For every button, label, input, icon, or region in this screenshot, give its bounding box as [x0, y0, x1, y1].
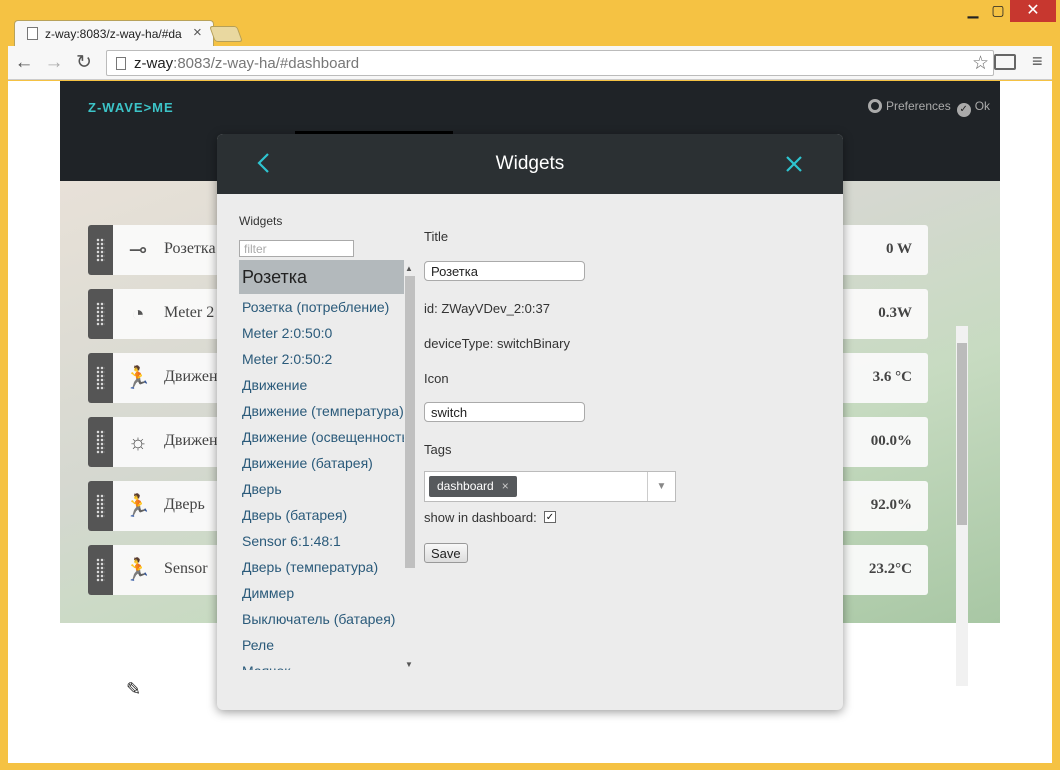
widget-list-item[interactable]: Дверь (температура)	[239, 554, 404, 580]
preferences-link[interactable]: Preferences ✓ Ok	[868, 99, 990, 117]
widget-list-item[interactable]: Meter 2:0:50:0	[239, 320, 404, 346]
menu-icon[interactable]: ≡	[1032, 51, 1043, 72]
widget-list-item[interactable]: Движение (батарея)	[239, 450, 404, 476]
drag-handle[interactable]	[88, 289, 113, 339]
drag-handle[interactable]	[88, 481, 113, 531]
icon-input[interactable]	[424, 402, 585, 422]
show-in-dashboard-checkbox[interactable]: ✓	[544, 511, 556, 523]
window-close-button[interactable]: ✕	[1010, 0, 1056, 22]
drag-handle[interactable]	[88, 353, 113, 403]
device-id-text: id: ZWayVDev_2:0:37	[424, 301, 550, 316]
close-icon[interactable]	[782, 151, 806, 177]
widget-name: Движен	[164, 432, 218, 449]
widget-list-item[interactable]: Розетка	[239, 260, 404, 294]
filter-input[interactable]	[239, 240, 354, 257]
motion-icon: 🏃	[124, 493, 152, 518]
gear-icon	[868, 99, 882, 113]
maximize-button[interactable]: ▢	[983, 2, 1013, 19]
modal-header: Widgets	[217, 134, 843, 194]
widget-name: Sensor	[164, 560, 208, 577]
device-type-text: deviceType: switchBinary	[424, 336, 570, 351]
widget-value: 23.2°C	[868, 561, 912, 577]
browser-window: z-way:8083/z-way-ha/#da × ▁ ▢ ✕ ← → ↻ z-…	[0, 0, 1060, 770]
forward-arrow-icon[interactable]: →	[42, 51, 66, 75]
ok-icon: ✓	[956, 103, 971, 117]
bookmark-star-icon[interactable]: ☆	[972, 52, 989, 75]
widget-list-item[interactable]: Выключатель (батарея)	[239, 606, 404, 632]
widget-list-item[interactable]: Meter 2:0:50:2	[239, 346, 404, 372]
tag-chip: dashboard ×	[429, 476, 517, 497]
motion-icon: 🏃	[124, 557, 152, 582]
pencil-icon[interactable]: ✎	[126, 679, 141, 700]
scroll-down-icon[interactable]: ▼	[405, 660, 413, 669]
widget-list-item[interactable]: Движение	[239, 372, 404, 398]
browser-toolbar: ← → ↻ z-way:8083/z-way-ha/#dashboard ☆ ≡	[8, 46, 1052, 80]
widget-list-item[interactable]: Дверь	[239, 476, 404, 502]
drag-handle[interactable]	[88, 417, 113, 467]
address-bar[interactable]: z-way:8083/z-way-ha/#dashboard ☆	[106, 50, 994, 76]
widgets-modal: Widgets Widgets РозеткаРозетка (потребле…	[217, 134, 843, 710]
widget-value: 0.3W	[878, 305, 912, 321]
meter-icon: ◔	[131, 301, 145, 326]
widget-list-item[interactable]: Sensor 6:1:48:1	[239, 528, 404, 554]
list-scroll-thumb[interactable]	[405, 276, 415, 568]
tags-label: Tags	[424, 442, 452, 457]
tab-title: z-way:8083/z-way-ha/#da	[45, 27, 182, 41]
tab-strip: z-way:8083/z-way-ha/#da × ▁ ▢ ✕	[0, 0, 1060, 46]
modal-title: Widgets	[495, 153, 565, 174]
widget-value: 00.0%	[870, 433, 912, 449]
widgets-list-label: Widgets	[239, 214, 283, 228]
widget-value: 0 W	[886, 241, 912, 257]
page-viewport: Z-WAVE>ME Preferences ✓ Ok ⊸ Розетка 0 W ◔ Met…	[8, 81, 1052, 763]
widget-name: Розетка	[164, 240, 216, 257]
title-label: Title	[424, 229, 449, 244]
title-input[interactable]	[424, 261, 585, 281]
back-arrow-icon[interactable]: ←	[12, 51, 36, 75]
drag-handle[interactable]	[88, 225, 113, 275]
list-scrollbar[interactable]: ▲ ▼	[403, 264, 417, 669]
chevron-down-icon[interactable]: ▼	[647, 472, 675, 501]
icon-label: Icon	[424, 371, 449, 386]
tag-remove-icon[interactable]: ×	[502, 479, 509, 493]
page-icon	[27, 27, 38, 40]
new-tab-button[interactable]	[209, 26, 243, 42]
reload-icon[interactable]: ↻	[72, 51, 96, 75]
widget-name: Meter 2	[164, 304, 215, 321]
widget-list-item[interactable]: Дверь (батарея)	[239, 502, 404, 528]
show-in-dashboard-label: show in dashboard:	[424, 510, 537, 525]
widget-name: Движен	[164, 368, 218, 385]
scroll-up-icon[interactable]: ▲	[405, 264, 413, 273]
save-button[interactable]: Save	[424, 543, 468, 563]
cast-icon[interactable]	[994, 54, 1016, 70]
widget-list-item[interactable]: Диммер	[239, 580, 404, 606]
widget-value: 92.0%	[870, 497, 912, 513]
dashboard-scroll-thumb[interactable]	[957, 343, 967, 525]
widget-list-item[interactable]: Реле	[239, 632, 404, 658]
page-icon	[116, 57, 126, 70]
widget-list-item[interactable]: Розетка (потребление)	[239, 294, 404, 320]
switch-icon: ⊸	[128, 237, 148, 262]
widget-value: 3.6 °C	[872, 369, 912, 385]
drag-handle[interactable]	[88, 545, 113, 595]
url-text: z-way:8083/z-way-ha/#dashboard	[134, 55, 360, 72]
widget-list-item[interactable]: Движение (температура)	[239, 398, 404, 424]
browser-tab[interactable]: z-way:8083/z-way-ha/#da ×	[14, 20, 214, 46]
widget-name: Дверь	[164, 496, 205, 513]
widgets-list: Розетка Розетка (потребление) Meter 2:0:50…	[239, 260, 404, 670]
light-icon: ☼	[127, 429, 149, 454]
widget-list-item[interactable]: Движение (освещенность)	[239, 424, 404, 450]
tags-select[interactable]: dashboard × ▼	[424, 471, 676, 502]
zwave-logo: Z-WAVE>ME	[88, 100, 174, 115]
motion-icon: 🏃	[124, 365, 152, 390]
tab-close-icon[interactable]: ×	[193, 24, 202, 41]
widget-list-item[interactable]: Маячок	[239, 658, 404, 670]
